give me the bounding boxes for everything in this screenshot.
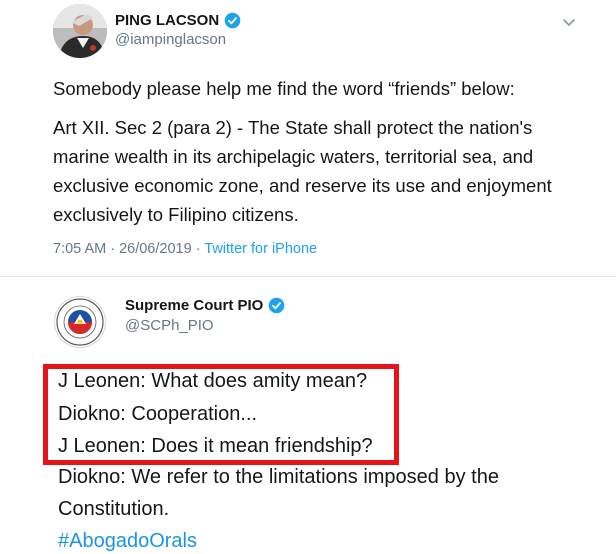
tweet-text-line: Art XII. Sec 2 (para 2) - The State shal…: [53, 117, 533, 138]
tweet-text-line: Somebody please help me find the word “f…: [53, 78, 515, 99]
avatar-lacson[interactable]: [53, 4, 107, 58]
tweet-text-line: Diokno: We refer to the limitations impo…: [58, 466, 499, 488]
tweet-text-line: Constitution.: [58, 498, 170, 520]
tweet-timestamp[interactable]: 7:05 AM · 26/06/2019 ·: [53, 241, 204, 257]
hashtag-link[interactable]: #AbogadoOrals: [58, 530, 197, 553]
tweet-text-line: exclusively to Filipino citizens.: [53, 204, 299, 225]
author-name-label[interactable]: PING LACSON: [115, 12, 219, 29]
tweet-text-line: marine wealth in its archipelagic waters…: [53, 146, 534, 167]
tweet-source[interactable]: Twitter for iPhone: [204, 241, 317, 257]
author-name-label[interactable]: Supreme Court PIO: [125, 297, 263, 314]
author-name[interactable]: Supreme Court PIO: [125, 297, 285, 314]
author-name[interactable]: PING LACSON: [115, 12, 241, 29]
verified-badge-icon: [269, 297, 285, 314]
author-handle[interactable]: @iampinglacson: [115, 31, 226, 48]
chevron-down-icon[interactable]: [561, 14, 577, 30]
supreme-court-seal-icon: [56, 298, 104, 346]
tweet-meta: 7:05 AM · 26/06/2019 · Twitter for iPhon…: [53, 241, 317, 257]
tweet-divider: [0, 276, 616, 277]
tweet-text-line: exclusive economic zone, and reserve its…: [53, 175, 552, 196]
tweet-lacson: PING LACSON @iampinglacson Somebody plea…: [0, 0, 616, 276]
verified-badge-icon: [224, 12, 241, 29]
red-highlight-box: [43, 364, 399, 465]
avatar-supreme-court[interactable]: [54, 296, 106, 348]
author-handle[interactable]: @SCPh_PIO: [125, 317, 214, 334]
